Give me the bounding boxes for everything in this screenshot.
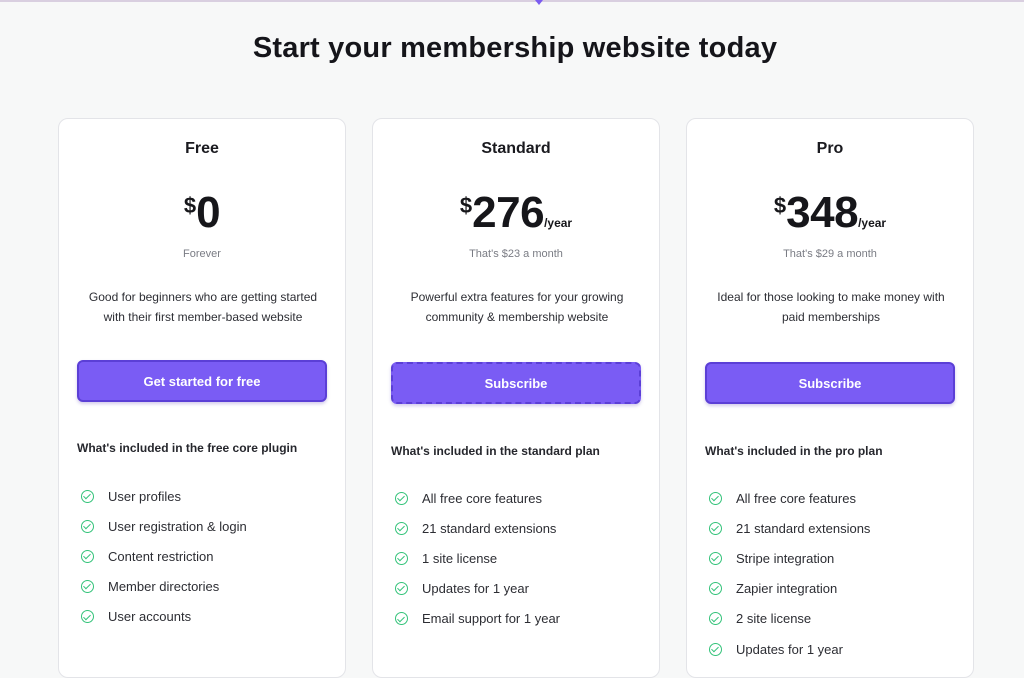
list-item: All free core features (395, 483, 560, 513)
included-heading: What's included in the standard plan (391, 444, 600, 458)
feature-label: User registration & login (108, 518, 247, 534)
list-item: All free core features (709, 483, 870, 513)
plan-name: Free (185, 140, 219, 157)
pricing-card-pro: Pro $348/year That's $29 a month Ideal f… (686, 118, 974, 678)
check-circle-icon (709, 491, 722, 505)
list-item: Email support for 1 year (395, 604, 560, 634)
check-circle-icon (395, 582, 408, 596)
feature-list: All free core features 21 standard exten… (709, 483, 870, 664)
list-item: Stripe integration (709, 543, 870, 573)
list-item: Content restriction (81, 541, 247, 571)
feature-label: 21 standard extensions (736, 520, 871, 536)
list-item: Updates for 1 year (709, 634, 870, 664)
list-item: User registration & login (81, 511, 247, 541)
price: $0 (59, 191, 345, 235)
check-circle-icon (709, 582, 722, 596)
check-circle-icon (395, 521, 408, 535)
feature-label: Email support for 1 year (422, 611, 561, 627)
check-circle-icon (81, 610, 94, 624)
plan-description: Good for beginners who are getting start… (88, 290, 318, 324)
list-item: User accounts (81, 602, 247, 632)
plan-name: Pro (816, 140, 844, 157)
price-note: That's $23 a month (469, 248, 563, 260)
feature-label: Updates for 1 year (422, 581, 529, 597)
list-item: 21 standard extensions (395, 513, 560, 543)
price-note: Forever (183, 248, 221, 260)
list-item: 2 site license (709, 604, 870, 634)
feature-label: 1 site license (422, 550, 498, 566)
list-item: Member directories (81, 572, 247, 602)
list-item: User profiles (81, 481, 247, 511)
check-circle-icon (81, 549, 94, 563)
feature-list: All free core features 21 standard exten… (395, 483, 560, 634)
page-title: Start your membership website today (252, 32, 778, 64)
feature-label: 2 site license (736, 611, 812, 627)
feature-list: User profiles User registration & login … (81, 481, 247, 632)
price-amount: 276 (472, 188, 545, 237)
top-divider (0, 0, 1024, 2)
check-circle-icon (395, 551, 408, 565)
check-circle-icon (395, 491, 408, 505)
check-circle-icon (709, 551, 722, 565)
feature-label: 21 standard extensions (422, 520, 557, 536)
currency-symbol: $ (773, 193, 787, 218)
check-circle-icon (709, 521, 722, 535)
subscribe-button[interactable]: Subscribe (705, 362, 955, 404)
get-started-button[interactable]: Get started for free (77, 360, 327, 402)
feature-label: Updates for 1 year (736, 641, 843, 657)
feature-label: Zapier integration (736, 581, 838, 597)
list-item: 21 standard extensions (709, 513, 870, 543)
price: $276/year (373, 191, 659, 235)
list-item: Zapier integration (709, 574, 870, 604)
feature-label: All free core features (736, 490, 856, 506)
feature-label: Stripe integration (736, 550, 835, 566)
subscribe-button[interactable]: Subscribe (391, 362, 641, 404)
plan-description: Powerful extra features for your growing… (410, 290, 624, 324)
price-period: /year (858, 216, 887, 230)
check-circle-icon (709, 612, 722, 626)
list-item: 1 site license (395, 543, 560, 573)
included-heading: What's included in the pro plan (705, 444, 883, 458)
chevron-down-icon (535, 0, 543, 5)
plan-description: Ideal for those looking to make money wi… (717, 290, 945, 324)
feature-label: All free core features (422, 490, 542, 506)
price-amount: 0 (196, 188, 221, 237)
currency-symbol: $ (183, 193, 197, 218)
price-amount: 348 (786, 188, 859, 237)
currency-symbol: $ (459, 193, 473, 218)
included-heading: What's included in the free core plugin (77, 441, 298, 455)
plan-name: Standard (481, 140, 551, 157)
price-note: That's $29 a month (783, 248, 877, 260)
price-period: /year (544, 216, 573, 230)
list-item: Updates for 1 year (395, 574, 560, 604)
feature-label: Content restriction (108, 548, 214, 564)
pricing-card-standard: Standard $276/year That's $23 a month Po… (372, 118, 660, 678)
feature-label: User accounts (108, 609, 192, 625)
feature-label: Member directories (108, 579, 220, 595)
price: $348/year (687, 191, 973, 235)
check-circle-icon (81, 489, 94, 503)
pricing-card-free: Free $0 Forever Good for beginners who a… (58, 118, 346, 678)
check-circle-icon (81, 519, 94, 533)
check-circle-icon (81, 580, 94, 594)
feature-label: User profiles (108, 488, 181, 504)
check-circle-icon (395, 612, 408, 626)
check-circle-icon (709, 642, 722, 656)
